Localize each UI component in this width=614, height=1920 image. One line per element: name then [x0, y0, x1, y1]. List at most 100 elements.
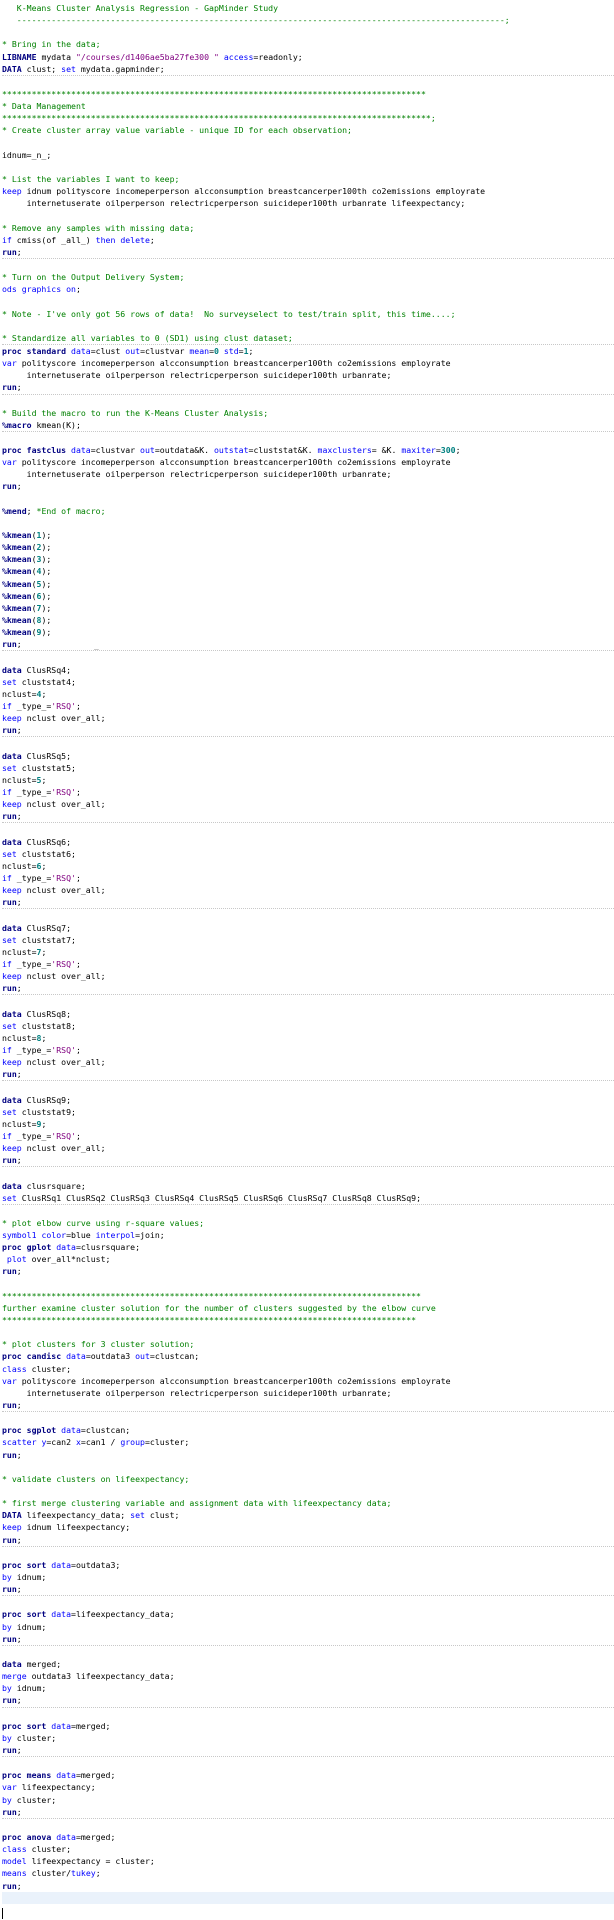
code-line[interactable] [2, 517, 614, 529]
code-line[interactable] [2, 1819, 614, 1831]
code-line[interactable]: run; [2, 1534, 614, 1547]
code-line[interactable]: run; [2, 982, 614, 996]
code-line[interactable] [2, 1326, 614, 1338]
code-line[interactable] [2, 295, 614, 307]
code-line[interactable]: keep nclust over_all; [2, 1142, 614, 1154]
code-line[interactable]: run; [2, 724, 614, 738]
code-line[interactable]: keep nclust over_all; [2, 798, 614, 810]
code-line[interactable]: means cluster/tukey; [2, 1867, 614, 1879]
code-line[interactable]: data ClusRSq7; [2, 922, 614, 934]
code-line[interactable] [2, 259, 614, 271]
code-line[interactable]: set ClusRSq1 ClusRSq2 ClusRSq3 ClusRSq4 … [2, 1192, 614, 1205]
code-line[interactable]: by idnum; [2, 1682, 614, 1694]
code-line[interactable]: %kmean(6); [2, 590, 614, 602]
code-line[interactable]: ****************************************… [2, 112, 614, 124]
code-line[interactable]: %mend; *End of macro; [2, 505, 614, 517]
code-line[interactable]: class cluster; [2, 1843, 614, 1855]
code-line[interactable] [2, 909, 614, 921]
code-line[interactable]: ****************************************… [2, 1314, 614, 1326]
code-line[interactable] [2, 651, 614, 663]
code-line[interactable]: by idnum; [2, 1621, 614, 1633]
code-line[interactable]: %kmean(1); [2, 529, 614, 541]
code-line[interactable]: data ClusRSq6; [2, 836, 614, 848]
code-line[interactable] [2, 1461, 614, 1473]
code-line[interactable]: nclust=5; [2, 774, 614, 786]
code-line[interactable]: if cmiss(of _all_) then delete; [2, 234, 614, 246]
code-line[interactable]: class cluster; [2, 1363, 614, 1375]
code-line[interactable]: set cluststat8; [2, 1020, 614, 1032]
code-line[interactable]: ****************************************… [2, 1290, 614, 1302]
code-line[interactable]: set cluststat5; [2, 762, 614, 774]
code-line[interactable]: run; [2, 1399, 614, 1413]
code-line[interactable]: proc means data=merged; [2, 1769, 614, 1781]
code-line[interactable]: further examine cluster solution for the… [2, 1302, 614, 1314]
code-line[interactable]: run; [2, 1154, 614, 1168]
code-line[interactable]: proc fastclus data=clustvar out=outdata&… [2, 444, 614, 456]
code-line[interactable]: nclust=9; [2, 1118, 614, 1130]
code-line[interactable]: keep idnum lifeexpectancy; [2, 1521, 614, 1533]
code-line[interactable]: var polityscore incomeperperson alcconsu… [2, 1375, 614, 1387]
code-line[interactable] [2, 823, 614, 835]
code-line[interactable]: if _type_='RSQ'; [2, 1130, 614, 1142]
code-line[interactable]: run; [2, 1068, 614, 1082]
code-line[interactable] [2, 1708, 614, 1720]
code-line[interactable]: if _type_='RSQ'; [2, 700, 614, 712]
code-line[interactable]: keep nclust over_all; [2, 712, 614, 724]
code-line[interactable] [2, 1547, 614, 1559]
code-line[interactable]: * Note - I've only got 56 rows of data! … [2, 308, 614, 320]
code-line[interactable]: * Data Management [2, 100, 614, 112]
code-line[interactable]: DATA clust; set mydata.gapminder; [2, 63, 614, 76]
code-line[interactable]: internetuserate oilperperson relectricpe… [2, 197, 614, 209]
code-line[interactable]: %kmean(2); [2, 541, 614, 553]
code-line[interactable]: run; [2, 1265, 614, 1277]
code-line[interactable] [2, 209, 614, 221]
code-line[interactable] [2, 161, 614, 173]
code-line[interactable]: %macro kmean(K); [2, 419, 614, 432]
code-line[interactable]: data clusrsquare; [2, 1180, 614, 1192]
code-line[interactable]: run; [2, 1633, 614, 1646]
code-line[interactable]: if _type_='RSQ'; [2, 958, 614, 970]
code-line[interactable]: nclust=7; [2, 946, 614, 958]
code-line[interactable]: keep nclust over_all; [2, 970, 614, 982]
code-line[interactable]: run; [2, 896, 614, 910]
code-line[interactable]: internetuserate oilperperson relectricpe… [2, 1387, 614, 1399]
code-line[interactable] [2, 26, 614, 38]
code-line[interactable]: run; [2, 381, 614, 395]
code-line[interactable]: run; [2, 1806, 614, 1819]
code-line[interactable] [2, 737, 614, 749]
code-line[interactable] [2, 1205, 614, 1217]
code-line[interactable]: by idnum; [2, 1571, 614, 1583]
code-line[interactable] [2, 76, 614, 88]
code-line[interactable]: * validate clusters on lifeexpectancy; [2, 1473, 614, 1485]
code-line[interactable]: by cluster; [2, 1794, 614, 1806]
code-line[interactable]: * plot elbow curve using r-square values… [2, 1217, 614, 1229]
code-line[interactable]: run; [2, 1449, 614, 1461]
code-line[interactable]: %kmean(4); [2, 565, 614, 577]
code-line[interactable]: data ClusRSq8; [2, 1008, 614, 1020]
code-line[interactable]: proc anova data=merged; [2, 1831, 614, 1843]
code-line[interactable]: %kmean(5); [2, 578, 614, 590]
code-line[interactable]: keep nclust over_all; [2, 884, 614, 896]
code-line[interactable] [2, 1596, 614, 1608]
code-line[interactable] [2, 1646, 614, 1658]
code-line[interactable]: keep idnum polityscore incomeperperson a… [2, 185, 614, 197]
code-line[interactable] [2, 493, 614, 505]
code-line[interactable]: set cluststat4; [2, 676, 614, 688]
code-line[interactable]: run; [2, 810, 614, 824]
code-line[interactable]: run; [2, 480, 614, 492]
code-line[interactable]: keep nclust over_all; [2, 1056, 614, 1068]
code-line[interactable] [2, 320, 614, 332]
code-editor[interactable]: K-Means Cluster Analysis Regression - Ga… [0, 0, 614, 1920]
code-line[interactable] [2, 1278, 614, 1290]
code-line[interactable]: * Build the macro to run the K-Means Clu… [2, 407, 614, 419]
code-line[interactable]: if _type_='RSQ'; [2, 1044, 614, 1056]
code-line[interactable]: internetuserate oilperperson relectricpe… [2, 369, 614, 381]
code-line[interactable]: if _type_='RSQ'; [2, 872, 614, 884]
code-line[interactable]: set cluststat6; [2, 848, 614, 860]
code-line[interactable]: * Bring in the data; [2, 38, 614, 50]
code-line[interactable]: internetuserate oilperperson relectricpe… [2, 468, 614, 480]
code-line[interactable]: plot over_all*nclust; [2, 1253, 614, 1265]
code-line[interactable]: proc gplot data=clusrsquare; [2, 1241, 614, 1253]
code-line[interactable]: %kmean(8); [2, 614, 614, 626]
code-line[interactable]: symbol1 color=blue interpol=join; [2, 1229, 614, 1241]
